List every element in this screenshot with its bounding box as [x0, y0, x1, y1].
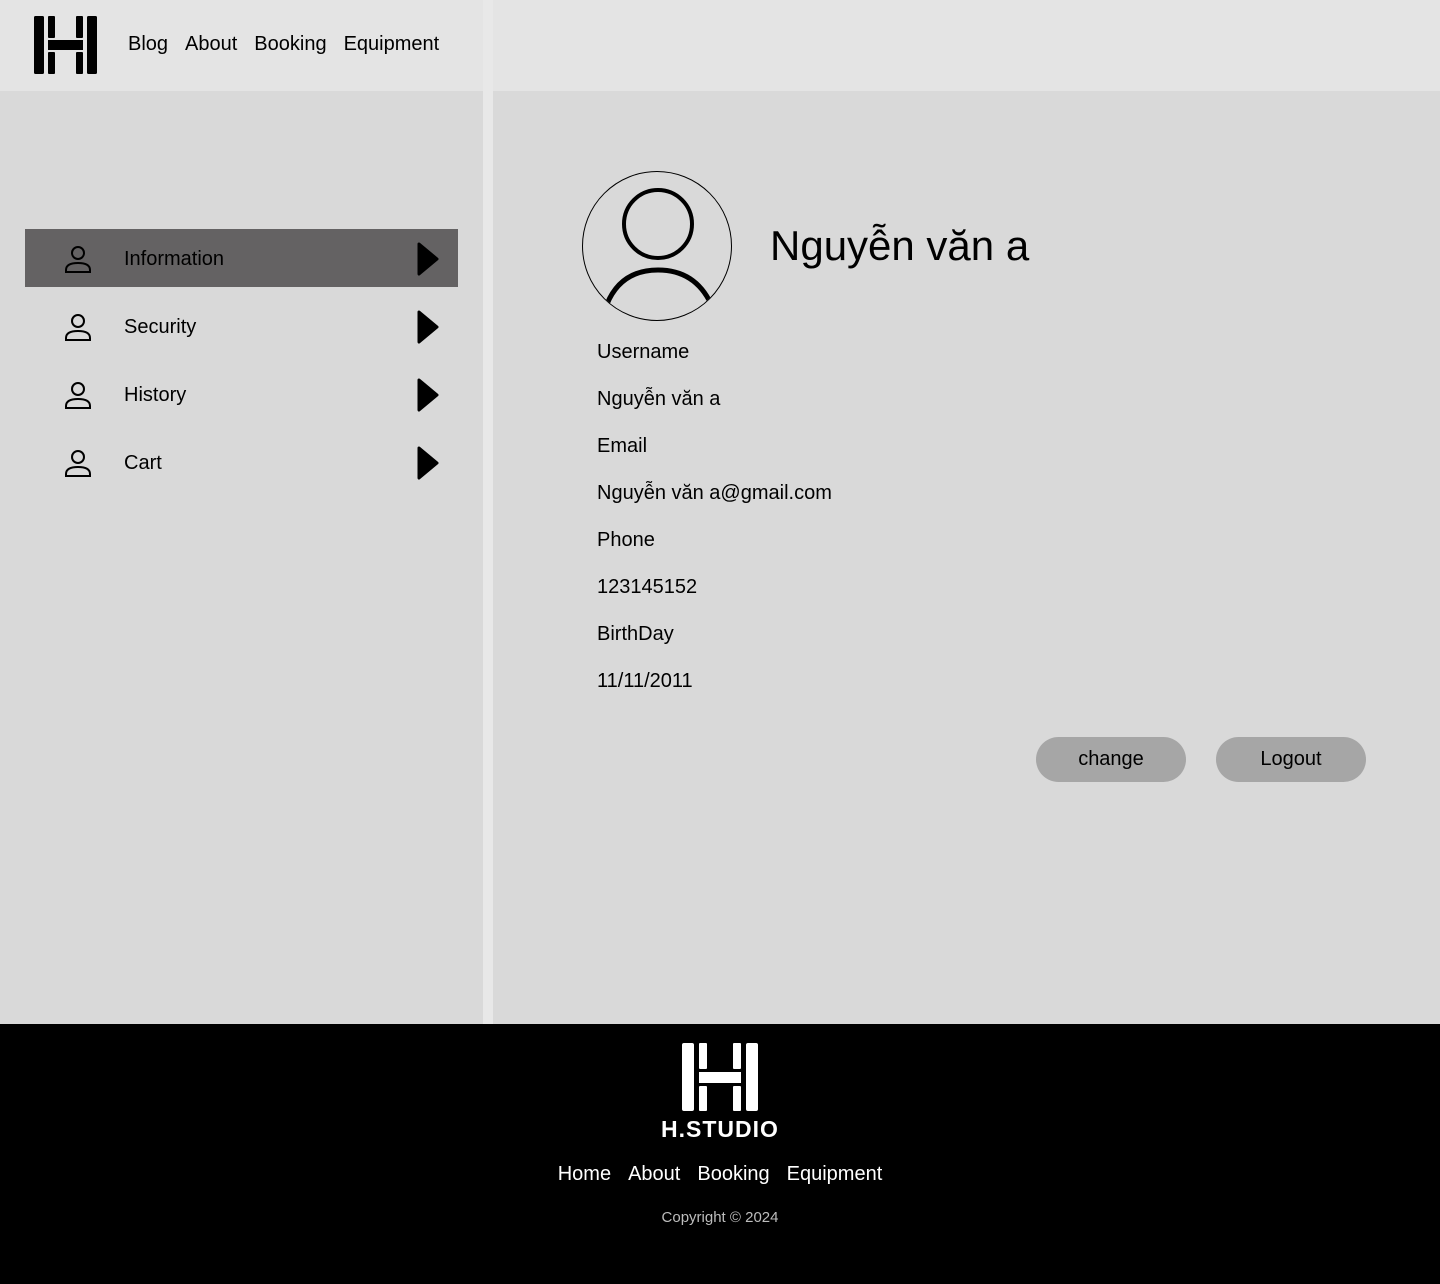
nav-link-equipment[interactable]: Equipment — [344, 33, 440, 56]
sidebar-item-label: History — [124, 384, 187, 406]
nav-link-about[interactable]: About — [185, 33, 237, 56]
footer-link-booking[interactable]: Booking — [697, 1163, 769, 1186]
caret-right-icon — [417, 378, 439, 412]
user-icon — [65, 382, 91, 409]
email-value: Nguyễn văn a@gmail.com — [597, 482, 832, 504]
h-logo-icon[interactable] — [682, 1043, 758, 1111]
footer-link-about[interactable]: About — [628, 1163, 680, 1186]
phone-value: 123145152 — [597, 576, 698, 598]
footer-link-home[interactable]: Home — [558, 1163, 611, 1186]
brand-name: H.STUDIO — [661, 1116, 779, 1142]
user-icon — [65, 314, 91, 341]
username-value: Nguyễn văn a — [597, 388, 721, 410]
caret-right-icon — [417, 446, 439, 480]
h-logo-icon[interactable] — [34, 16, 97, 74]
user-icon — [65, 246, 91, 273]
sidebar-item-cart[interactable]: Cart — [25, 433, 458, 491]
birthday-value: 11/11/2011 — [597, 670, 693, 692]
user-icon — [65, 450, 91, 477]
footer-link-equipment[interactable]: Equipment — [787, 1163, 883, 1186]
sidebar-item-label: Cart — [124, 452, 162, 474]
top-header: Blog About Booking Equipment — [0, 0, 1440, 91]
username-label: Username — [597, 341, 690, 363]
avatar-placeholder-icon — [604, 188, 714, 306]
copyright-text: Copyright © 2024 — [661, 1209, 779, 1226]
email-label: Email — [597, 435, 648, 457]
panel-divider — [483, 0, 493, 1024]
sidebar-item-label: Security — [124, 316, 197, 338]
caret-right-icon — [417, 310, 439, 344]
footer-nav: Home About Booking Equipment — [0, 1163, 1440, 1186]
site-footer: H.STUDIO Home About Booking Equipment Co… — [0, 1024, 1440, 1284]
change-button[interactable]: change — [1036, 737, 1186, 782]
logout-button[interactable]: Logout — [1216, 737, 1366, 782]
caret-right-icon — [417, 242, 439, 276]
profile-name: Nguyễn văn a — [770, 222, 1030, 269]
sidebar-item-label: Information — [124, 248, 225, 270]
avatar[interactable] — [582, 171, 732, 321]
nav-link-blog[interactable]: Blog — [128, 33, 168, 56]
birthday-label: BirthDay — [597, 623, 674, 645]
sidebar-item-security[interactable]: Security — [25, 297, 458, 355]
nav-link-booking[interactable]: Booking — [254, 33, 326, 56]
sidebar-item-history[interactable]: History — [25, 365, 458, 423]
phone-label: Phone — [597, 529, 655, 551]
sidebar-item-information[interactable]: Information — [25, 229, 458, 287]
main-nav: Blog About Booking Equipment — [128, 33, 439, 56]
